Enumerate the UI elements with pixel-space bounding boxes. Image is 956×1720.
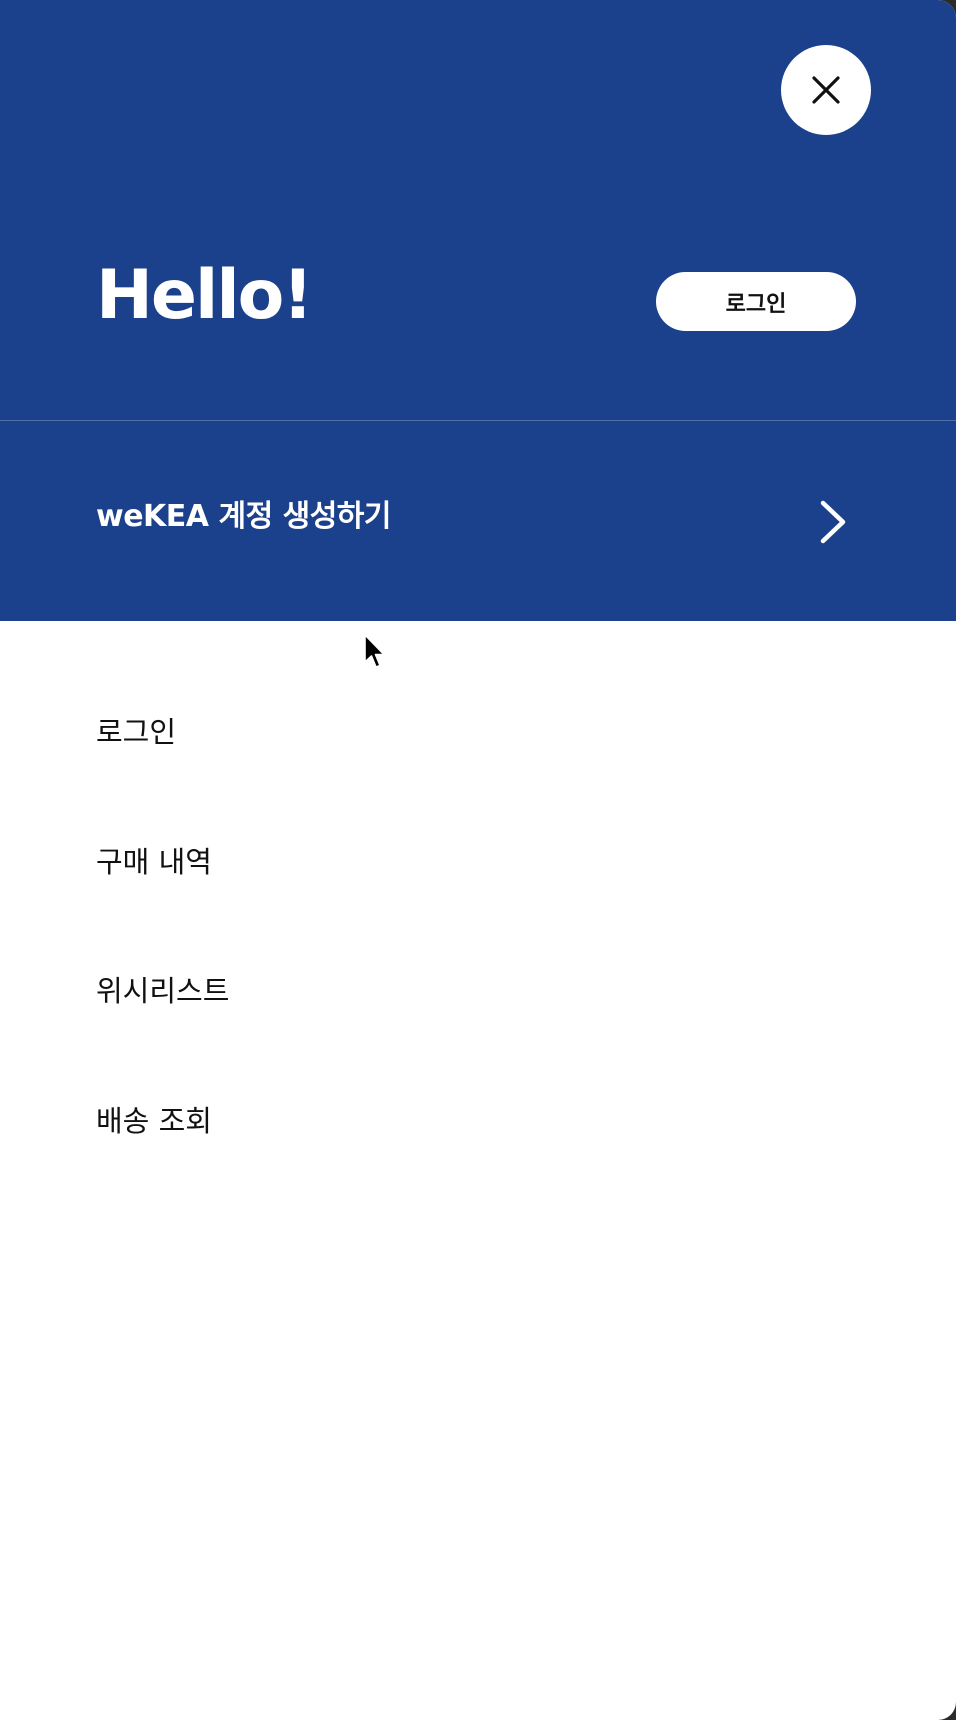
close-button[interactable] bbox=[781, 45, 871, 135]
chevron-right-icon bbox=[820, 500, 846, 544]
menu-item-wishlist[interactable]: 위시리스트 bbox=[96, 966, 229, 1016]
menu-item-login[interactable]: 로그인 bbox=[96, 707, 176, 757]
navigation-drawer: Hello! 로그인 weKEA 계정 생성하기 로그인 구매 내역 위시리스트… bbox=[0, 0, 956, 1720]
menu-item-order-history[interactable]: 구매 내역 bbox=[96, 837, 212, 887]
login-button[interactable]: 로그인 bbox=[656, 272, 856, 331]
create-account-link[interactable]: weKEA 계정 생성하기 bbox=[0, 421, 956, 621]
greeting-heading: Hello! bbox=[96, 256, 313, 335]
menu-item-track-delivery[interactable]: 배송 조회 bbox=[96, 1096, 212, 1146]
close-icon bbox=[812, 76, 840, 104]
create-account-label: weKEA 계정 생성하기 bbox=[96, 499, 392, 534]
drawer-header: Hello! 로그인 weKEA 계정 생성하기 bbox=[0, 0, 956, 621]
